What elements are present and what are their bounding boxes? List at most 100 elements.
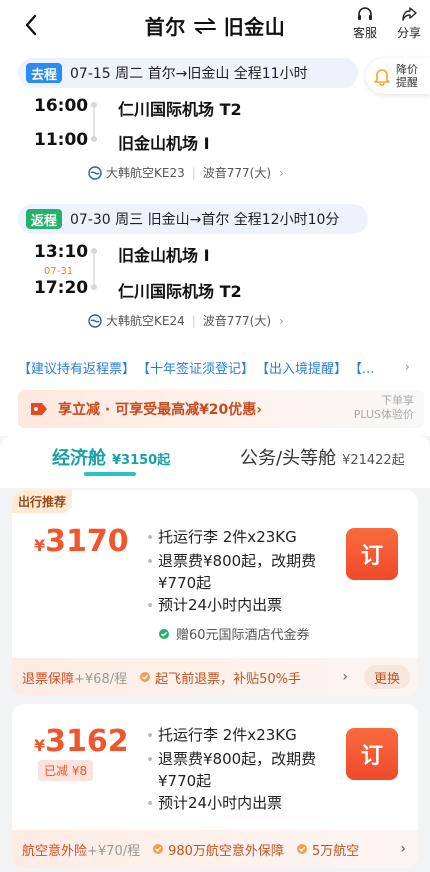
outbound-dep-airport: 仁川国际机场 T2 (118, 100, 242, 119)
share-label: 分享 (396, 26, 421, 40)
fare-baggage-text: 托运行李 2件x23KG (158, 528, 297, 546)
accident-insurance-bar[interactable]: 航空意外险 +¥70/程 980万航空意外保障 5万航空 › (12, 830, 418, 868)
notice-entry-exit[interactable]: 【出入境提醒】 (256, 358, 347, 377)
insurance-price: +¥70/程 (87, 843, 141, 859)
return-header: 返程 07-30 周三 旧金山→首尔 全程12小时10分 (0, 204, 339, 234)
return-dep-airport: 旧金山机场 I (118, 246, 210, 265)
fare-refund-line1: 退票费¥800起，改期费 (158, 552, 317, 570)
chevron-right-icon: › (279, 313, 284, 328)
fare-refund-line2: ¥770起 (158, 574, 212, 592)
return-dep-time: 13:10 (34, 242, 89, 262)
refund-protection-guarantee: 起飞前退票，补贴50%手 (139, 668, 301, 687)
notice-links: 【建议持有返程票】 【十年签证须登记】 【出入境提醒】 【... › (18, 356, 418, 378)
chevron-right-icon[interactable]: › (400, 841, 406, 857)
route-to: 旧金山 (223, 15, 286, 39)
price-alert-button[interactable]: 降价提醒 (366, 58, 430, 94)
outbound-arr-dot (91, 136, 97, 142)
return-next-day: 07-31 (44, 266, 74, 277)
fare-currency: ¥ (34, 536, 46, 555)
plus-line2: PLUS体验价 (353, 408, 414, 421)
return-arr-dot (91, 284, 97, 290)
promo-text: 享立减 · 可享受最高减¥20优惠› (58, 402, 263, 418)
refund-protection-price: +¥68/程 (74, 671, 128, 687)
book-button[interactable]: 订 (346, 728, 398, 780)
top-nav-bar: 首尔 旧金山 客服 分享 (0, 0, 430, 52)
price-alert-label: 降价提醒 (396, 63, 418, 89)
return-airline: 大韩航空KE24 (106, 314, 185, 328)
insurance-guarantee: 980万航空意外保障 (152, 840, 284, 859)
check-circle-icon (296, 844, 307, 854)
notice-visa[interactable]: 【十年签证须登记】 (137, 358, 254, 377)
tab-economy[interactable]: 经济舱 ¥3150起 (52, 444, 170, 470)
insurance-guarantee-text: 980万航空意外保障 (168, 843, 284, 859)
tab-active-indicator (84, 472, 136, 476)
chevron-right-icon[interactable]: › (342, 669, 348, 685)
gift-icon (159, 628, 169, 639)
plus-line1: 下单享 (381, 394, 414, 407)
outbound-airline: 大韩航空KE23 (106, 166, 185, 180)
outbound-arr-airport: 旧金山机场 I (118, 134, 210, 153)
outbound-header: 去程 07-15 周二 首尔→旧金山 全程11小时 (0, 58, 308, 88)
headset-icon (358, 7, 372, 20)
outbound-aircraft: 波音777(大) (202, 166, 272, 180)
fare-baggage: 托运行李 2件x23KG (148, 724, 297, 746)
insurance-label: 航空意外险 (22, 843, 88, 859)
return-summary: 07-30 周三 旧金山→首尔 全程12小时10分 (70, 212, 340, 228)
share-button[interactable]: 分享 (391, 6, 427, 41)
tab-economy-label: 经济舱 (52, 448, 106, 469)
return-tag: 返程 (26, 209, 63, 229)
route-from: 首尔 (144, 15, 186, 39)
bell-icon (374, 69, 390, 86)
swap-arrows-icon (192, 16, 218, 36)
divider: | (191, 165, 196, 180)
fare-coupon-text: 赠60元国际酒店代金券 (176, 628, 310, 643)
outbound-flight-info[interactable]: 大韩航空KE23 | 波音777(大) › (88, 164, 284, 181)
tab-economy-price: ¥3150起 (112, 453, 171, 468)
check-circle-icon (153, 844, 164, 854)
return-flight-info[interactable]: 大韩航空KE24 | 波音777(大) › (88, 312, 284, 329)
tab-business[interactable]: 公务/头等舱 ¥21422起 (240, 444, 405, 470)
notice-return-ticket[interactable]: 【建议持有返程票】 (18, 358, 135, 377)
customer-service-label: 客服 (352, 26, 377, 40)
outbound-dep-time: 16:00 (34, 96, 89, 116)
fare-amount: 3162 (45, 724, 129, 759)
fare-ticketing-text: 预计24小时内出票 (158, 596, 283, 614)
fare-refund-line1: 退票费¥800起，改期费 (158, 750, 317, 768)
book-button[interactable]: 订 (346, 528, 398, 580)
refund-guarantee-text: 起飞前退票，补贴50%手 (155, 671, 302, 687)
discount-tag-icon (31, 403, 47, 415)
chevron-right-icon[interactable]: › (405, 360, 410, 375)
return-arr-time: 17:20 (34, 278, 89, 298)
fare-baggage: 托运行李 2件x23KG (148, 526, 297, 548)
fare-card: ¥3162 已减 ¥8 托运行李 2件x23KG 退票费¥800起，改期费 ¥77… (12, 704, 418, 868)
notice-more[interactable]: 【... (349, 358, 374, 377)
insurance-guarantee-2: 5万航空 (296, 840, 359, 859)
refund-protection-bar[interactable]: 退票保障 +¥68/程 起飞前退票，补贴50%手 › 更换 (12, 658, 418, 696)
return-route-line (93, 254, 95, 284)
tab-business-price: ¥21422起 (342, 453, 405, 468)
fare-ticketing-text: 预计24小时内出票 (158, 794, 283, 812)
fare-price: ¥3170 (34, 524, 129, 559)
korean-air-logo-icon (88, 313, 102, 328)
fare-card: 出行推荐 ¥3170 托运行李 2件x23KG 退票费¥800起，改期费 ¥770… (12, 490, 418, 696)
fare-coupon: 赠60元国际酒店代金券 (158, 624, 310, 643)
divider: | (191, 313, 196, 328)
outbound-arr-time: 11:00 (34, 130, 89, 150)
outbound-summary: 07-15 周二 首尔→旧金山 全程11小时 (70, 66, 308, 82)
change-button[interactable]: 更换 (363, 665, 410, 689)
insurance-guarantee-text-2: 5万航空 (311, 843, 360, 859)
fare-ticketing: 预计24小时内出票 (148, 792, 283, 814)
fare-baggage-text: 托运行李 2件x23KG (158, 726, 297, 744)
flight-detail-page: 首尔 旧金山 客服 分享 去程 07-15 周二 首尔→旧金山 全程11小时 降… (0, 0, 430, 872)
refund-protection-label: 退票保障 (22, 671, 75, 687)
fare-amount: 3170 (45, 524, 129, 559)
reduced-badge: 已减 ¥8 (38, 760, 94, 781)
korean-air-logo-icon (88, 165, 102, 180)
instant-discount-banner[interactable]: 享立减 · 可享受最高减¥20优惠› 下单享 PLUS体验价 (18, 390, 424, 428)
outbound-route-line (93, 108, 95, 138)
plus-price-hint: 下单享 PLUS体验价 (354, 394, 414, 422)
customer-service-button[interactable]: 客服 (347, 6, 383, 41)
fare-refund: 退票费¥800起，改期费 ¥770起 (148, 748, 317, 792)
share-icon (402, 7, 417, 21)
tab-business-label: 公务/头等舱 (240, 448, 337, 469)
